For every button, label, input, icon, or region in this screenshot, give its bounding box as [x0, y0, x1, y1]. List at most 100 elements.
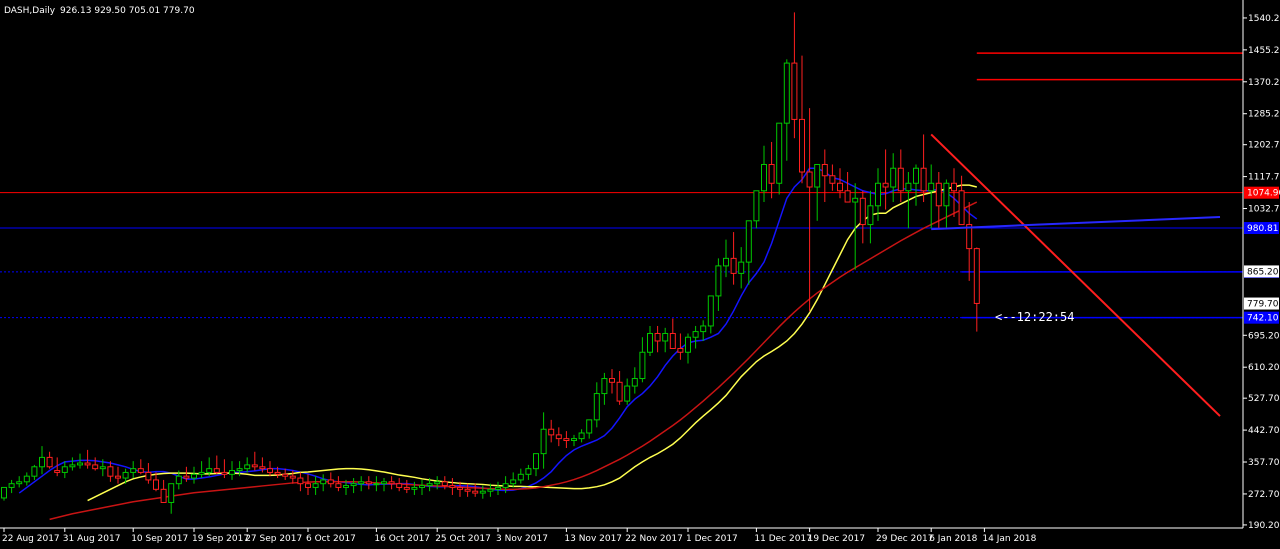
- candle-body: [191, 473, 197, 479]
- candle-body: [723, 257, 729, 267]
- price-tick-label: 1032.70: [1248, 205, 1280, 215]
- candle-body: [601, 378, 608, 395]
- candle-body: [130, 468, 137, 473]
- candle-body: [335, 483, 342, 488]
- price-tick-label: 1370.20: [1248, 78, 1280, 88]
- price-tick-label: 1285.20: [1248, 110, 1280, 120]
- candle-body: [593, 393, 600, 421]
- candle-body: [685, 336, 691, 353]
- time-tick-label: 6 Jan 2018: [929, 534, 977, 544]
- candle-body: [540, 428, 547, 455]
- candle-body: [464, 488, 471, 492]
- chart-window[interactable]: 1540.20 1455.20 1370.20 1285.20 1202.70 1117.…: [0, 0, 1280, 549]
- candle-body: [700, 325, 707, 333]
- candle-body: [160, 488, 167, 503]
- candle-body: [495, 486, 501, 490]
- candle-body: [31, 466, 38, 477]
- price-tick-label: 1540.20: [1248, 14, 1280, 24]
- candle-body: [107, 466, 114, 477]
- candle-body: [61, 466, 68, 473]
- candle-body: [913, 167, 919, 184]
- candle-body: [867, 205, 874, 226]
- candle-body: [935, 182, 942, 207]
- price-tick-label: 442.70: [1248, 426, 1280, 436]
- chart-background: [0, 0, 1280, 549]
- time-tick-label: 11 Dec 2017: [754, 534, 812, 544]
- candle-body: [358, 481, 365, 485]
- candle-body: [487, 488, 494, 492]
- candle-body: [320, 479, 327, 485]
- time-tick-label: 19 Dec 2017: [808, 534, 866, 544]
- price-tick-label: 272.70: [1248, 490, 1280, 500]
- time-tick-label: 10 Sep 2017: [131, 534, 188, 544]
- price-chart[interactable]: 1540.20 1455.20 1370.20 1285.20 1202.70 1117.…: [0, 0, 1280, 549]
- candle-body: [814, 163, 821, 188]
- candle-body: [859, 197, 866, 226]
- bar-countdown: <--12:22:54: [995, 310, 1074, 324]
- candle-body: [768, 163, 775, 184]
- candle-body: [46, 456, 53, 468]
- candle-body: [677, 347, 684, 353]
- candle-body: [730, 257, 737, 274]
- candle-body: [472, 490, 479, 494]
- time-tick-label: 29 Dec 2017: [876, 534, 934, 544]
- candle-body: [791, 62, 798, 120]
- candle-body: [578, 432, 585, 440]
- candle-body: [669, 332, 676, 349]
- candle-body: [282, 473, 289, 477]
- candle-body: [624, 385, 631, 402]
- candle-body: [639, 351, 646, 380]
- candle-body: [267, 468, 273, 473]
- candle-body: [844, 190, 851, 203]
- candle-body: [175, 475, 182, 485]
- candle-body: [16, 481, 23, 485]
- time-tick-label: 16 Oct 2017: [374, 534, 430, 544]
- candle-body: [510, 479, 517, 485]
- candle-body: [745, 220, 752, 263]
- candle-body: [449, 485, 456, 488]
- candle-body: [434, 481, 441, 485]
- candle-body: [753, 190, 760, 222]
- candle-body: [153, 479, 159, 490]
- candle-body: [69, 464, 76, 468]
- candle-body: [890, 167, 897, 188]
- candle-body: [829, 175, 836, 184]
- price-tick-label: 695.20: [1248, 331, 1280, 341]
- price-tick-label: 1202.70: [1248, 141, 1280, 151]
- candle-body: [99, 466, 106, 470]
- candle-body: [958, 190, 965, 226]
- candle-body: [305, 483, 311, 488]
- candle-body: [609, 378, 615, 383]
- candle-body: [738, 261, 745, 274]
- candle-body: [259, 466, 266, 470]
- candle-body: [548, 428, 555, 436]
- candle-body: [806, 171, 813, 188]
- candle-body: [457, 486, 463, 490]
- candle-body: [616, 381, 623, 402]
- price-label-text: 1074.90: [1247, 189, 1280, 199]
- time-tick-label: 22 Aug 2017: [2, 534, 60, 544]
- candle-body: [289, 475, 296, 479]
- candle-body: [297, 477, 304, 485]
- price-label-text: 865.20: [1247, 267, 1279, 277]
- candle-body: [396, 483, 403, 488]
- candle-body: [776, 122, 783, 184]
- time-tick-label: 19 Sep 2017: [192, 534, 249, 544]
- price-tick-label: 1117.70: [1248, 173, 1280, 183]
- time-tick-label: 31 Aug 2017: [63, 534, 121, 544]
- time-tick-label: 1 Dec 2017: [686, 534, 738, 544]
- candle-body: [365, 481, 372, 485]
- time-tick-label: 3 Nov 2017: [496, 534, 548, 544]
- candle-body: [23, 475, 30, 483]
- candle-body: [852, 197, 859, 203]
- candle-body: [692, 331, 699, 338]
- candle-body: [662, 332, 669, 342]
- candle-body: [206, 468, 213, 473]
- candle-body: [586, 419, 593, 434]
- candle-body: [783, 62, 790, 124]
- price-label-text: 779.70: [1247, 300, 1279, 310]
- candle-body: [707, 295, 714, 327]
- price-tick-label: 1455.20: [1248, 46, 1280, 56]
- candle-body: [821, 163, 828, 177]
- candle-body: [943, 182, 950, 207]
